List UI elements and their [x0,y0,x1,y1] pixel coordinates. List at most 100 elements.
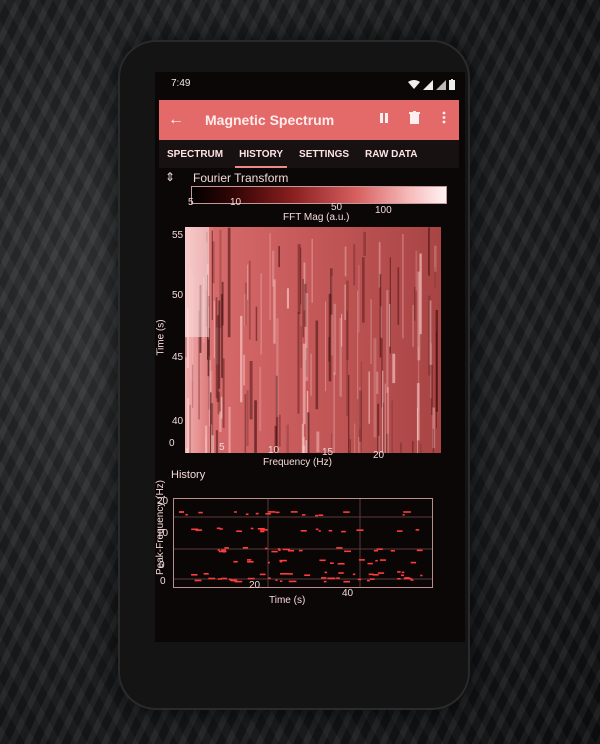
history-point [247,559,252,561]
history-point [268,577,271,579]
colorbar-tick: 5 [188,197,194,208]
history-point [338,572,344,574]
history-point [194,579,202,582]
app-bar: ← Magnetic Spectrum [159,100,459,140]
history-point [377,572,385,574]
history-point [344,550,351,553]
history-point [267,561,270,564]
history-point [279,560,283,563]
history-point [259,573,266,576]
fourier-title: Fourier Transform [193,171,289,185]
spectrogram-ylabel: Time (s) [155,319,167,356]
history-point [402,514,405,516]
history-point [217,578,222,580]
history-point [336,547,343,549]
history-point [328,529,333,532]
history-point [218,550,227,553]
more-vert-icon [442,111,446,129]
history-point [416,549,423,552]
expand-collapse-icon[interactable]: ⇕ [165,170,175,184]
arrow-left-icon: ← [168,111,184,128]
history-point [290,511,298,513]
history-point [403,511,411,513]
spectrogram-xtick: 20 [373,450,385,461]
history-point [260,529,268,531]
history-point [264,547,268,550]
history-point [234,580,243,583]
spectrogram-ytick: 45 [172,352,184,363]
history-point [324,571,327,574]
history-point [341,530,346,533]
delete-button[interactable] [399,111,429,129]
history-point [280,580,283,582]
history-point [396,530,403,532]
status-icons [408,77,455,95]
history-point [319,559,326,562]
signal-icon [423,77,433,95]
tab-raw-data[interactable]: RAW DATA [357,149,425,168]
history-point [415,529,420,531]
history-xtick: 40 [342,588,354,599]
spectrogram [185,227,441,453]
signal-icon-2 [436,77,446,95]
history-point [233,560,238,563]
history-point [234,511,237,513]
history-point [356,529,364,531]
status-bar: 7:49 [155,72,465,96]
history-xtick: 20 [249,580,261,591]
history-point [282,548,290,551]
back-button[interactable]: ← [159,111,193,129]
history-point [203,573,209,575]
history-point [216,527,221,530]
history-point [343,580,350,583]
history-point [195,529,198,532]
history-title: History [171,469,206,481]
colorbar-tick: 100 [375,205,392,216]
history-point [275,579,278,581]
spectrogram-ytick: 55 [172,230,184,241]
history-point [336,577,340,579]
history-point [268,511,276,513]
history-point [304,574,311,576]
pause-button[interactable] [369,111,399,129]
page-title: Magnetic Spectrum [205,112,335,128]
history-point [245,513,249,516]
tab-settings[interactable]: SETTINGS [291,149,357,168]
history-point [321,577,327,579]
history-point [242,547,248,549]
history-point [403,577,412,580]
history-plot-svg [174,499,432,587]
history-point [373,549,378,552]
history-point [280,573,288,575]
more-options-button[interactable] [429,111,459,129]
history-point [198,511,203,514]
history-point [401,571,405,574]
spectrogram-xtick: 10 [268,445,280,456]
history-point [410,561,417,564]
history-point [278,549,281,551]
spectrogram-ytick: 50 [172,290,184,301]
history-point [343,511,350,513]
tab-history[interactable]: HISTORY [231,149,291,168]
history-xlabel: Time (s) [269,595,306,606]
history-point [236,530,242,532]
history-point [265,513,271,515]
history-point [357,578,362,581]
history-point [288,580,297,583]
tab-spectrum[interactable]: SPECTRUM [159,149,231,168]
history-point [318,530,321,532]
history-point [330,562,334,564]
history-point [255,512,259,515]
history-point [228,578,232,581]
history-point [358,559,365,561]
phone-screen: 7:49 ← Magnetic Spectrum SPECTRUM HISTOR… [155,72,465,642]
history-point [390,550,395,552]
spectrogram-xlabel: Frequency (Hz) [263,457,332,468]
history-point [224,547,229,549]
history-ytick: 0 [159,560,165,571]
history-point [397,578,401,580]
history-point [275,511,280,514]
colorbar-label: FFT Mag (a.u.) [283,212,350,223]
history-point [420,574,423,577]
history-point [250,527,254,530]
